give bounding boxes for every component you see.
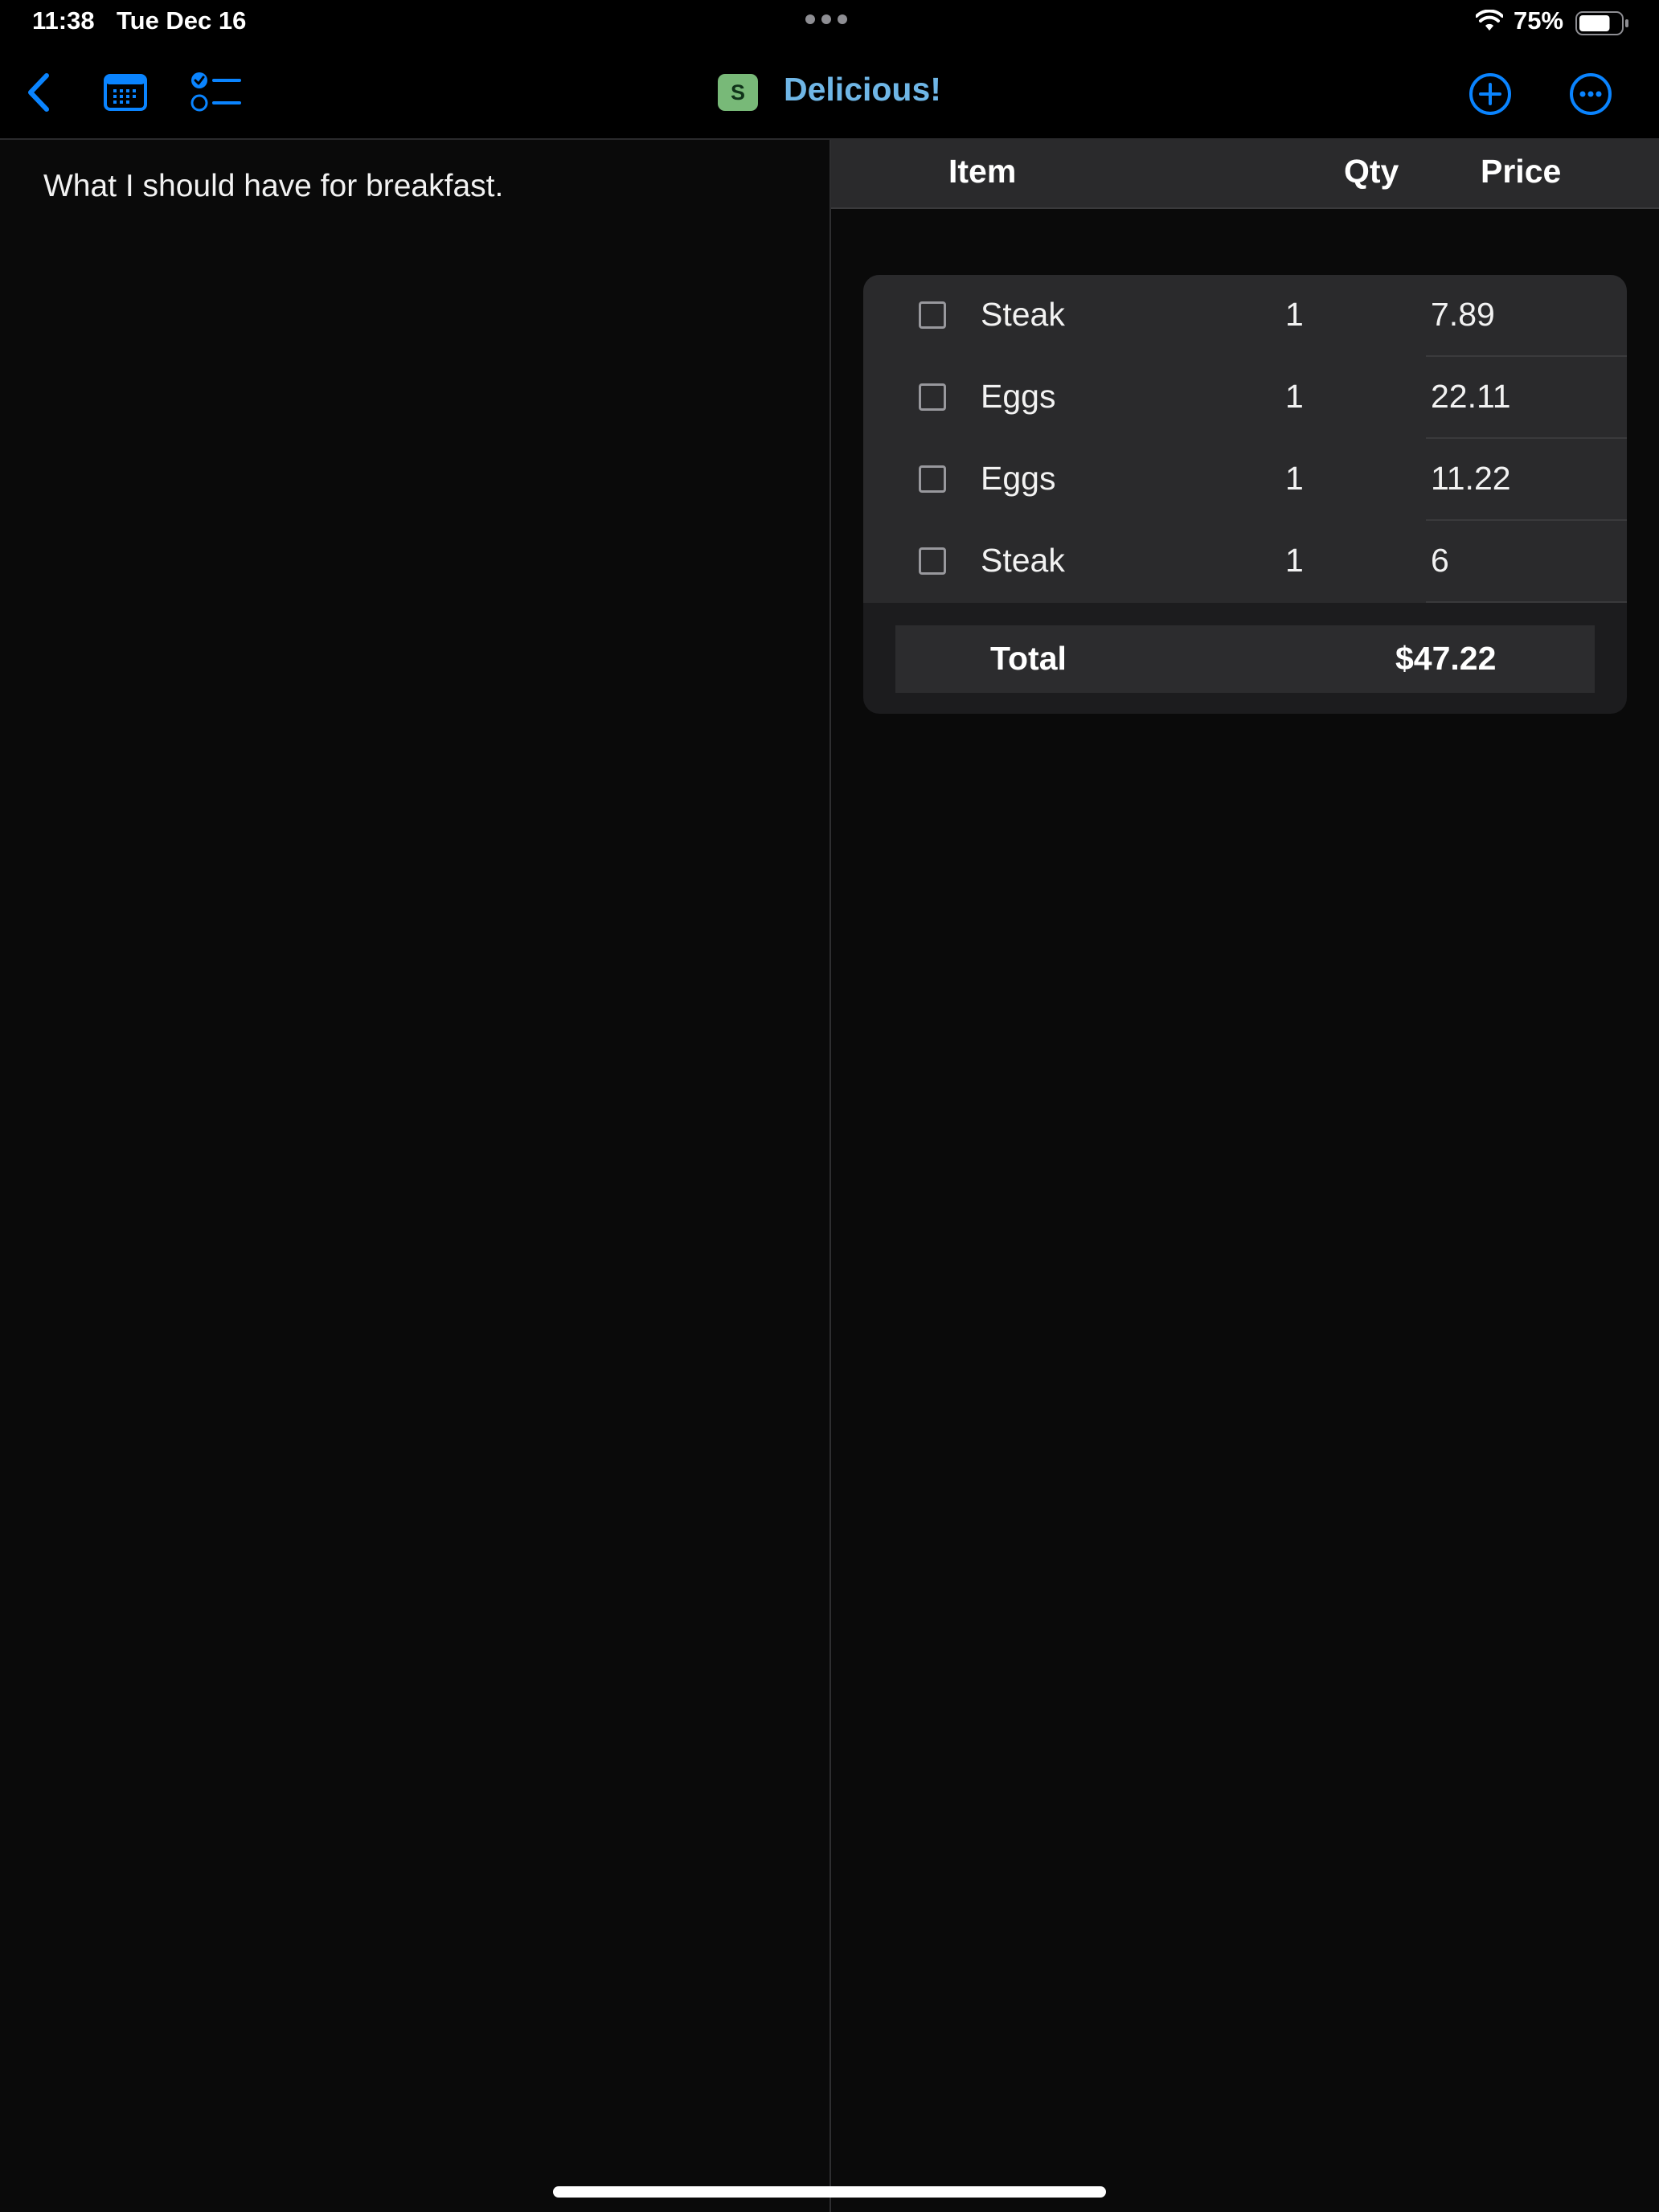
status-bar: 11:38 Tue Dec 16 75% xyxy=(0,0,1659,45)
ellipsis-circle-icon[interactable] xyxy=(1569,72,1612,116)
table-row[interactable]: Steak 1 7.89 xyxy=(863,275,1627,357)
table-row[interactable]: Eggs 1 22.11 xyxy=(863,357,1627,439)
chevron-left-icon[interactable] xyxy=(23,72,55,113)
cell-price[interactable]: 7.89 xyxy=(1431,296,1495,334)
table-pane: Item Qty Price Steak 1 7.89 Eggs 1 22.11 xyxy=(831,140,1659,2212)
column-header-item[interactable]: Item xyxy=(948,153,1016,190)
navigation-bar: S Delicious! xyxy=(0,45,1659,140)
cell-price[interactable]: 6 xyxy=(1431,542,1449,580)
row-separator xyxy=(1426,601,1627,603)
total-label: Total xyxy=(990,640,1067,677)
cell-price[interactable]: 22.11 xyxy=(1431,378,1511,416)
battery-icon xyxy=(1575,11,1628,35)
multitasking-menu-icon[interactable] xyxy=(805,14,847,24)
total-row: Total $47.22 xyxy=(895,625,1595,693)
row-checkbox[interactable] xyxy=(919,547,946,575)
note-text[interactable]: What I should have for breakfast. xyxy=(43,169,503,204)
cell-qty[interactable]: 1 xyxy=(1285,378,1304,416)
cell-item[interactable]: Eggs xyxy=(981,378,1055,416)
column-header-qty[interactable]: Qty xyxy=(1344,153,1399,190)
cell-qty[interactable]: 1 xyxy=(1285,542,1304,580)
cell-qty[interactable]: 1 xyxy=(1285,296,1304,334)
document-title[interactable]: Delicious! xyxy=(784,71,941,109)
document-badge: S xyxy=(718,74,758,111)
total-value: $47.22 xyxy=(1395,640,1497,677)
cell-item[interactable]: Eggs xyxy=(981,460,1055,498)
table-rows: Steak 1 7.89 Eggs 1 22.11 Eggs 1 11.22 S… xyxy=(863,275,1627,603)
cell-item[interactable]: Steak xyxy=(981,542,1065,580)
column-header-price[interactable]: Price xyxy=(1481,153,1561,190)
row-checkbox[interactable] xyxy=(919,301,946,329)
row-checkbox[interactable] xyxy=(919,465,946,493)
table-row[interactable]: Steak 1 6 xyxy=(863,521,1627,603)
battery-percent: 75% xyxy=(1514,6,1564,35)
cell-item[interactable]: Steak xyxy=(981,296,1065,334)
screen: 11:38 Tue Dec 16 75% S Delicious! What I… xyxy=(0,0,1659,2212)
status-date: Tue Dec 16 xyxy=(117,6,247,35)
note-pane[interactable]: What I should have for breakfast. xyxy=(0,140,830,2212)
home-indicator[interactable] xyxy=(553,2186,1106,2198)
table-row[interactable]: Eggs 1 11.22 xyxy=(863,439,1627,521)
calendar-icon[interactable] xyxy=(103,72,148,113)
table-card: Steak 1 7.89 Eggs 1 22.11 Eggs 1 11.22 S… xyxy=(863,275,1627,714)
row-checkbox[interactable] xyxy=(919,383,946,411)
table-header: Item Qty Price xyxy=(831,140,1659,209)
status-time: 11:38 xyxy=(32,6,95,35)
cell-price[interactable]: 11.22 xyxy=(1431,460,1511,498)
plus-circle-icon[interactable] xyxy=(1469,72,1512,116)
wifi-icon xyxy=(1476,10,1503,31)
cell-qty[interactable]: 1 xyxy=(1285,460,1304,498)
checklist-icon[interactable] xyxy=(190,71,243,113)
